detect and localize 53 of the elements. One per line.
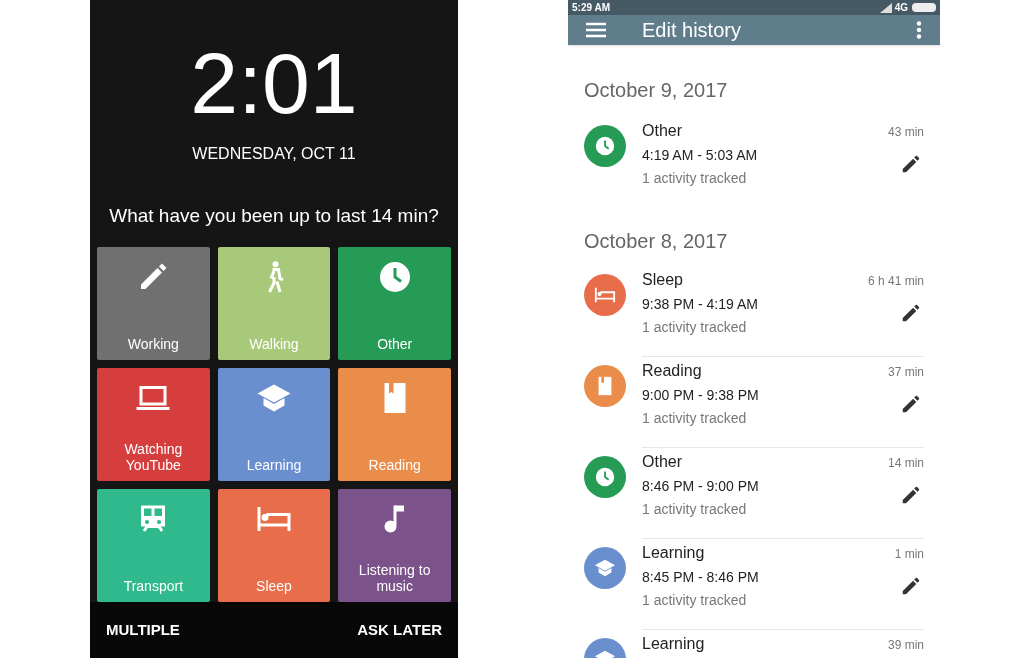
- time-range: 8:45 PM - 8:46 PM: [642, 568, 759, 587]
- activity-count: 1 activity tracked: [642, 169, 747, 188]
- time-range: 9:00 PM - 9:38 PM: [642, 386, 759, 405]
- more-options-icon[interactable]: [916, 21, 922, 39]
- duration-text: 14 min: [887, 455, 924, 472]
- battery-icon: [912, 3, 936, 12]
- time-range: 9:38 PM - 4:19 AM: [642, 295, 758, 314]
- edit-icon[interactable]: [900, 393, 922, 415]
- date-header: October 8, 2017: [583, 229, 729, 254]
- time-range: 8:46 PM - 9:00 PM: [642, 477, 759, 496]
- activity-tile[interactable]: Walking: [217, 246, 331, 360]
- activity-count: 1 activity tracked: [642, 500, 747, 519]
- activity-title: Other: [642, 121, 682, 141]
- activity-title: Learning: [642, 634, 705, 654]
- action-button[interactable]: MULTIPLE: [106, 618, 180, 641]
- menu-icon[interactable]: [586, 22, 606, 38]
- duration-text: 39 min: [887, 637, 924, 654]
- activity-count: 1 activity tracked: [642, 409, 747, 428]
- activity-tile[interactable]: Watching YouTube: [97, 367, 210, 481]
- activity-tile[interactable]: Other: [338, 246, 451, 360]
- activity-count: 1 activity tracked: [642, 591, 747, 610]
- activity-count: 1 activity tracked: [642, 318, 747, 337]
- action-button[interactable]: ASK LATER: [357, 618, 442, 641]
- activity-title: Sleep: [642, 270, 683, 290]
- date-header: October 9, 2017: [583, 78, 729, 103]
- edit-icon[interactable]: [900, 575, 922, 597]
- duration-text: 37 min: [887, 364, 924, 381]
- time-range: 4:19 AM - 5:03 AM: [642, 146, 758, 165]
- activity-tile[interactable]: Transport: [97, 488, 210, 602]
- duration-text: 1 min: [894, 546, 924, 563]
- signal-icon: [879, 2, 892, 13]
- clock-icon: [594, 466, 616, 488]
- status-time: 5:29 AM: [572, 1, 610, 15]
- activity-tile[interactable]: Sleep: [217, 488, 331, 602]
- date-text: WEDNESDAY, OCT 11: [192, 144, 356, 164]
- clock-icon: [594, 135, 616, 157]
- activity-title: Reading: [642, 361, 702, 381]
- activity-tile[interactable]: Listening to music: [338, 488, 451, 602]
- activity-tile[interactable]: Reading: [338, 367, 451, 481]
- clock-time: 2:01: [190, 38, 358, 128]
- graduation-cap-icon: [594, 557, 616, 579]
- edit-icon[interactable]: [900, 153, 922, 175]
- duration-text: 43 min: [887, 124, 924, 141]
- screen-title: Edit history: [642, 18, 741, 43]
- duration-text: 6 h 41 min: [867, 273, 924, 290]
- activity-title: Other: [642, 452, 682, 472]
- edit-icon[interactable]: [900, 484, 922, 506]
- activity-title: Learning: [642, 543, 705, 563]
- edit-icon[interactable]: [900, 302, 922, 324]
- activity-tile[interactable]: Learning: [217, 367, 331, 481]
- question-text: What have you been up to last 14 min?: [109, 204, 439, 228]
- activity-tile[interactable]: Working: [97, 246, 210, 360]
- network-type: 4G: [894, 1, 908, 15]
